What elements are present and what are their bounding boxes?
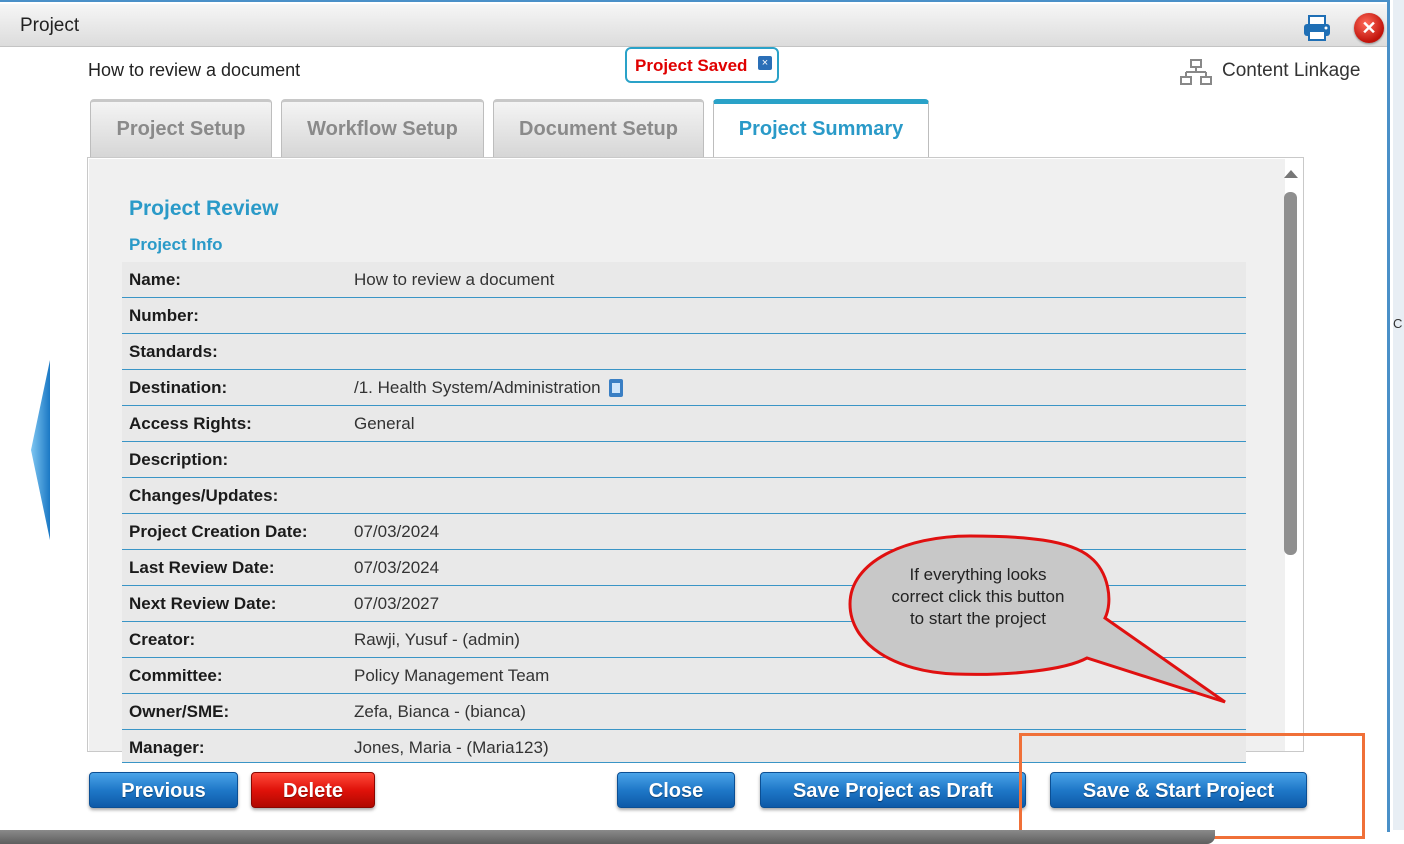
print-icon[interactable] xyxy=(1302,14,1332,42)
sitemap-icon xyxy=(1180,59,1212,85)
field-label: Next Review Date: xyxy=(129,594,277,613)
field-value: 07/03/2027 xyxy=(354,594,440,613)
table-row: Changes/Updates: xyxy=(122,478,1246,514)
tab-project-summary[interactable]: Project Summary xyxy=(713,99,929,159)
project-saved-notification: Project Saved × xyxy=(625,47,779,83)
field-label: Changes/Updates: xyxy=(129,486,279,505)
field-value: /1. Health System/Administration xyxy=(354,378,601,397)
table-row: Standards: xyxy=(122,334,1246,370)
panel-scrollbar[interactable] xyxy=(1281,162,1301,747)
field-value: Jones, Maria - (Maria123) xyxy=(354,738,549,757)
scroll-thumb[interactable] xyxy=(1284,192,1297,555)
save-draft-button[interactable]: Save Project as Draft xyxy=(760,772,1026,808)
field-value: Policy Management Team xyxy=(354,666,550,685)
field-label: Project Creation Date: xyxy=(129,522,308,541)
tab-document-setup[interactable]: Document Setup xyxy=(493,99,704,157)
table-row: Name: How to review a document xyxy=(122,262,1246,298)
field-label: Destination: xyxy=(129,378,228,397)
folder-document-icon[interactable] xyxy=(608,379,623,397)
field-label: Description: xyxy=(129,450,229,469)
table-row: Number: xyxy=(122,298,1246,334)
table-row: Destination: /1. Health System/Administr… xyxy=(122,370,1246,406)
scroll-up-arrow-icon[interactable] xyxy=(1284,170,1298,178)
field-value: How to review a document xyxy=(354,270,555,289)
field-label: Creator: xyxy=(129,630,196,649)
field-label: Name: xyxy=(129,270,181,289)
dialog-bottom-shadow xyxy=(0,830,1215,844)
tab-project-setup[interactable]: Project Setup xyxy=(90,99,272,157)
highlight-box xyxy=(1019,733,1365,839)
field-label: Standards: xyxy=(129,342,218,361)
dismiss-notification-icon[interactable]: × xyxy=(758,56,772,70)
title-bar: Project ✕ xyxy=(0,4,1387,47)
previous-button[interactable]: Previous xyxy=(89,772,238,808)
dialog-title: Project xyxy=(20,15,80,36)
field-label: Number: xyxy=(129,306,199,325)
content-linkage-label: Content Linkage xyxy=(1222,60,1361,81)
destination-value-wrap: /1. Health System/Administration xyxy=(354,378,623,398)
field-label: Access Rights: xyxy=(129,414,252,433)
callout-text: If everything looks correct click this b… xyxy=(891,565,1065,628)
field-value: Zefa, Bianca - (bianca) xyxy=(354,702,526,721)
saved-message: Project Saved xyxy=(635,56,748,75)
section-title: Project Review xyxy=(129,197,279,220)
background-window-text: C xyxy=(1393,316,1403,331)
tab-workflow-setup[interactable]: Workflow Setup xyxy=(281,99,484,157)
field-label: Committee: xyxy=(129,666,223,685)
field-label: Manager: xyxy=(129,738,205,757)
field-value: 07/03/2024 xyxy=(354,522,440,541)
close-window-icon[interactable]: ✕ xyxy=(1354,13,1384,43)
table-row: Access Rights: General xyxy=(122,406,1246,442)
field-label: Last Review Date: xyxy=(129,558,275,577)
previous-arrow-icon[interactable] xyxy=(30,360,52,540)
field-value: 07/03/2024 xyxy=(354,558,440,577)
table-row: Description: xyxy=(122,442,1246,478)
document-title: How to review a document xyxy=(88,60,301,80)
close-button[interactable]: Close xyxy=(617,772,735,808)
field-label: Owner/SME: xyxy=(129,702,230,721)
sub-section-title: Project Info xyxy=(129,235,223,254)
field-value: General xyxy=(354,414,415,433)
project-dialog: Project ✕ How to review a document Proje… xyxy=(0,0,1390,839)
field-value: Rawji, Yusuf - (admin) xyxy=(354,630,520,649)
background-window-strip xyxy=(1393,0,1404,830)
delete-button[interactable]: Delete xyxy=(251,772,375,808)
